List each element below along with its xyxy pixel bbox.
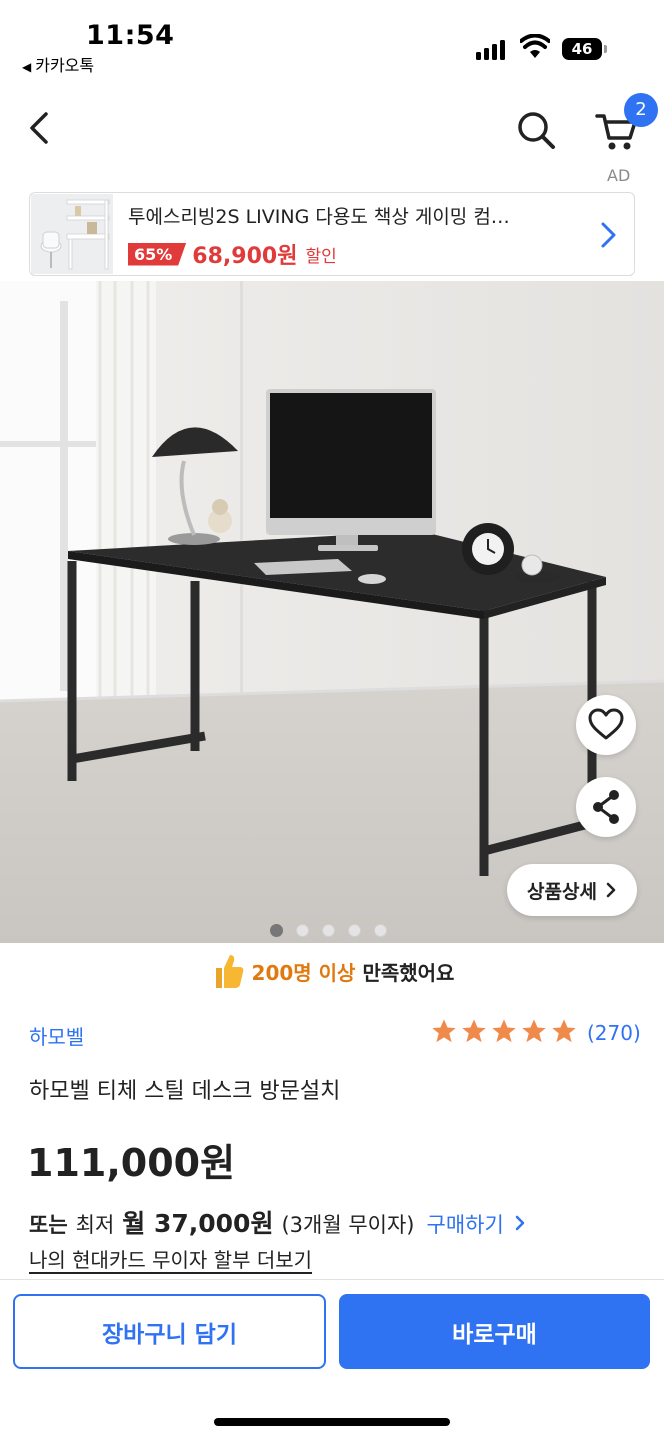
installment-buy-link[interactable]: 구매하기	[427, 1209, 527, 1239]
installment-prefix: 또는	[29, 1213, 68, 1237]
ad-sale-label: 할인	[305, 246, 337, 267]
product-detail-button[interactable]: 상품상세	[507, 864, 637, 916]
back-app-label: 카카오톡	[35, 56, 95, 75]
bottom-bar-divider	[0, 1279, 664, 1280]
ad-banner[interactable]: 투에스리빙2S LIVING 다용도 책상 게이밍 컴… 65% 68,900원…	[29, 192, 635, 276]
chevron-right-icon	[601, 222, 616, 248]
carousel-dot[interactable]	[322, 924, 335, 937]
chevron-right-icon	[516, 1215, 525, 1231]
status-time: 11:54	[86, 20, 175, 51]
buy-now-button[interactable]: 바로구매	[339, 1294, 650, 1369]
card-installment-link[interactable]: 나의 현대카드 무이자 할부 더보기	[29, 1244, 312, 1273]
satisfaction-text: 만족했어요	[362, 960, 455, 985]
back-to-app-link[interactable]: ◀ 카카오톡	[22, 52, 94, 76]
wifi-icon	[520, 34, 550, 58]
heart-icon	[588, 708, 624, 740]
star-icon	[432, 1019, 456, 1043]
carousel-dot[interactable]	[348, 924, 361, 937]
search-icon[interactable]	[514, 108, 558, 152]
ad-title: 투에스리빙2S LIVING 다용도 책상 게이밍 컴…	[128, 206, 510, 228]
product-price: 111,000원	[27, 1141, 236, 1185]
review-count-link[interactable]: (270)	[587, 1021, 641, 1045]
satisfaction-banner: 200명 이상 만족했어요	[0, 952, 664, 990]
ad-thumbnail	[31, 194, 113, 274]
rating-stars	[430, 1017, 578, 1045]
carousel-dot[interactable]	[296, 924, 309, 937]
ad-discount-badge: 65%	[128, 242, 187, 266]
back-triangle-icon: ◀	[22, 60, 32, 74]
installment-info: 또는 최저 월 37,000원 (3개월 무이자) 구매하기	[29, 1204, 526, 1240]
installment-term: (3개월 무이자)	[281, 1213, 415, 1237]
installment-buy-label: 구매하기	[426, 1213, 504, 1237]
share-button[interactable]	[576, 777, 636, 837]
ad-label: AD	[607, 166, 631, 185]
installment-lowest: 최저	[75, 1213, 115, 1237]
cart-count-badge: 2	[624, 93, 658, 127]
brand-link[interactable]: 하모벨	[29, 1021, 84, 1050]
thumbs-up-icon	[215, 955, 243, 988]
ad-price-row: 65% 68,900원 할인	[128, 238, 337, 270]
product-detail-label: 상품상세	[527, 880, 597, 903]
product-photo	[0, 281, 664, 943]
carousel-dot[interactable]	[270, 924, 283, 937]
home-indicator[interactable]	[214, 1418, 450, 1426]
ad-price: 68,900원	[192, 244, 298, 269]
status-bar: 11:54 ◀ 카카오톡 46	[0, 0, 664, 80]
star-icon	[462, 1019, 486, 1043]
wishlist-button[interactable]	[576, 695, 636, 755]
product-image-carousel[interactable]: 상품상세	[0, 281, 664, 943]
satisfaction-highlight: 200명 이상	[251, 960, 356, 985]
star-icon	[522, 1019, 546, 1043]
product-title: 하모벨 티체 스틸 데스크 방문설치	[29, 1079, 341, 1104]
chevron-right-icon	[606, 882, 616, 898]
carousel-page-indicator	[270, 924, 387, 937]
share-icon	[593, 790, 619, 824]
cellular-signal-icon	[476, 38, 505, 60]
star-icon	[492, 1019, 516, 1043]
battery-indicator: 46	[562, 38, 607, 60]
installment-monthly: 월 37,000원	[122, 1209, 274, 1238]
add-to-cart-button[interactable]: 장바구니 담기	[13, 1294, 326, 1369]
back-arrow-icon[interactable]	[22, 108, 62, 148]
carousel-dot[interactable]	[374, 924, 387, 937]
star-icon	[552, 1019, 576, 1043]
